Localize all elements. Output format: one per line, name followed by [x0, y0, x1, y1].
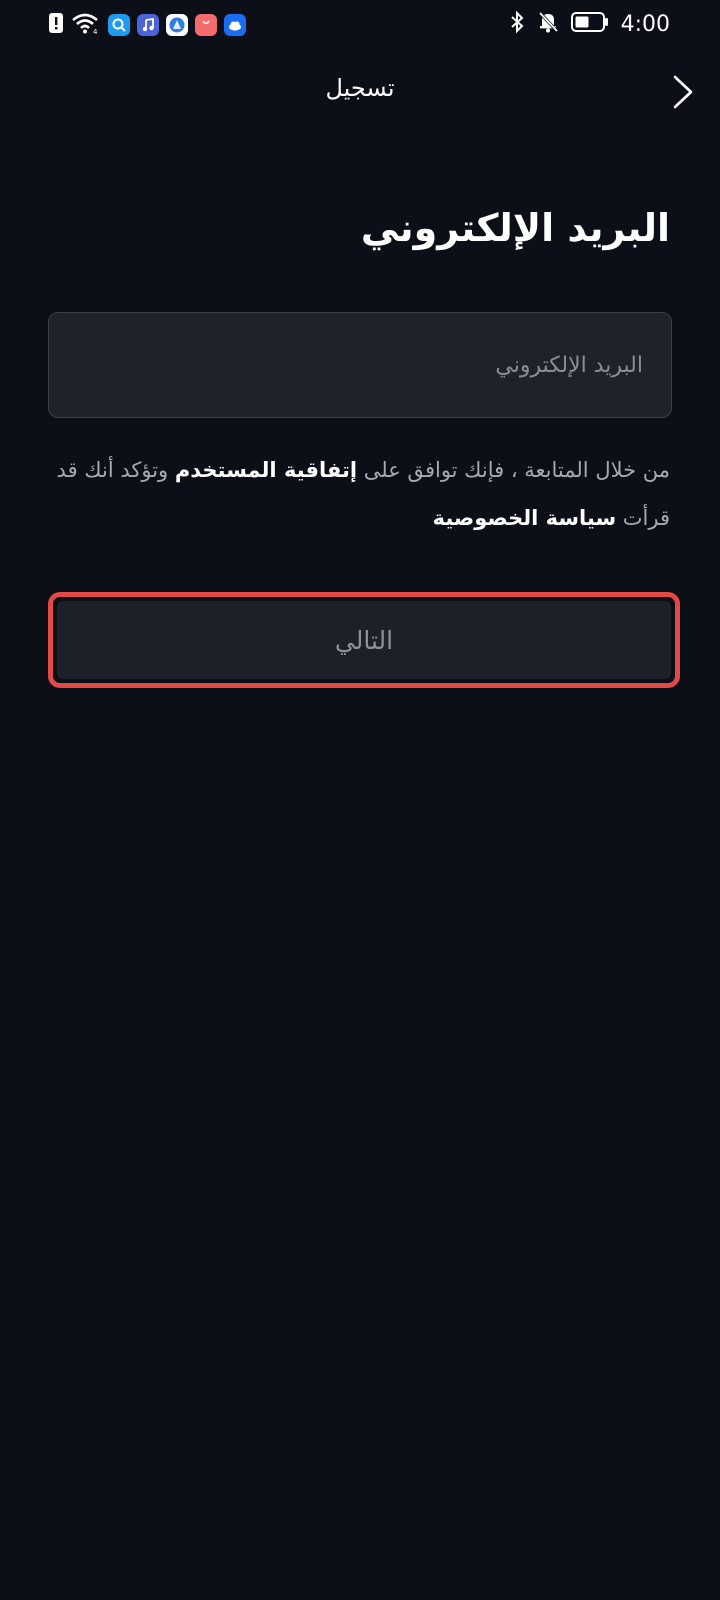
cloud-app-icon — [224, 14, 246, 36]
status-time: 4:00 — [620, 11, 670, 37]
email-section-title: البريد الإلكتروني — [360, 206, 670, 250]
next-button-highlight: التالي — [48, 592, 680, 688]
status-bar: 4 4:00 — [0, 0, 720, 48]
status-bar-left: 4 — [48, 12, 246, 38]
chevron-right-icon — [673, 75, 693, 109]
terms-text: من خلال المتابعة ، فإنك توافق على إتفاقي… — [30, 446, 670, 542]
user-agreement-link[interactable]: إتفاقية المستخدم — [175, 458, 357, 482]
music-app-icon — [137, 14, 159, 36]
bluetooth-icon — [509, 10, 525, 38]
search-app-icon — [108, 14, 130, 36]
email-field-container[interactable] — [48, 312, 672, 418]
alert-icon — [48, 12, 64, 38]
wifi-icon: 4 — [71, 12, 101, 38]
battery-icon — [570, 11, 609, 37]
shop-app-icon — [195, 14, 217, 36]
browser-app-icon — [166, 14, 188, 36]
app-header: تسجيل — [0, 60, 720, 120]
terms-part-1: من خلال المتابعة ، فإنك توافق على — [357, 458, 670, 482]
mute-bell-icon — [537, 10, 559, 38]
next-button[interactable]: التالي — [57, 601, 671, 679]
back-button[interactable] — [668, 74, 698, 110]
svg-text:4: 4 — [93, 28, 98, 34]
page-title: تسجيل — [325, 74, 395, 102]
status-bar-right: 4:00 — [509, 10, 670, 38]
signup-screen: 4 4:00 تسجيل البريد الإلكتروني البريد ال… — [0, 0, 720, 1600]
privacy-policy-link[interactable]: سياسة الخصوصية — [433, 506, 616, 530]
email-input[interactable] — [49, 313, 671, 417]
